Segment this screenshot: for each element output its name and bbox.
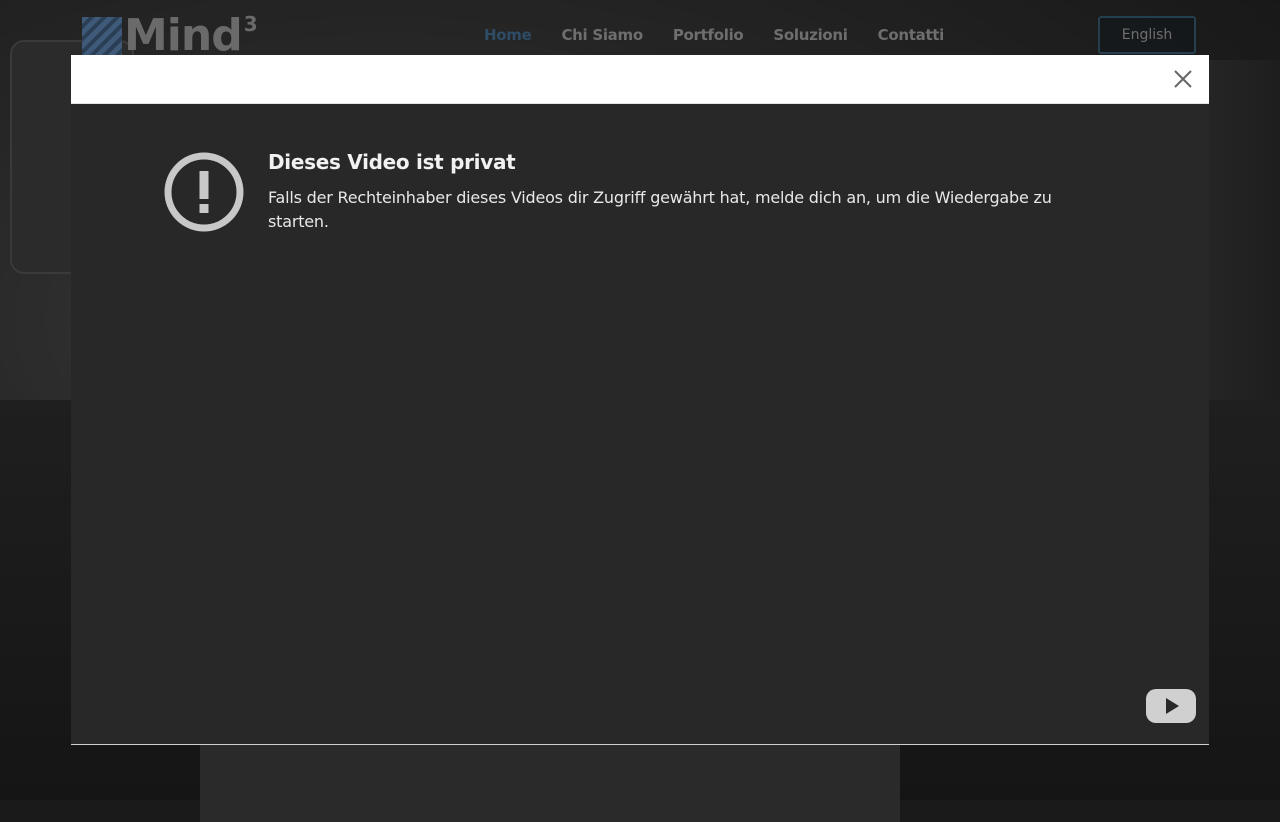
nav-item-soluzioni[interactable]: Soluzioni (773, 26, 848, 44)
language-button[interactable]: English (1098, 16, 1196, 54)
youtube-play-icon[interactable] (1145, 688, 1197, 724)
nav-item-chi-siamo[interactable]: Chi Siamo (561, 26, 643, 44)
nav-item-portfolio[interactable]: Portfolio (673, 26, 744, 44)
exclamation-circle-icon (163, 151, 245, 233)
video-player[interactable]: Dieses Video ist privat Falls der Rechte… (71, 104, 1209, 745)
nav-item-home[interactable]: Home (484, 26, 532, 44)
modal-header (71, 55, 1209, 104)
site-logo[interactable]: Mind 3 (82, 14, 258, 58)
logo-mark-icon (82, 17, 122, 57)
nav-item-contatti[interactable]: Contatti (878, 26, 945, 44)
logo-text: Mind (124, 10, 243, 61)
site-header: Mind 3 Home Chi Siamo Portfolio Soluzion… (0, 0, 1280, 58)
main-nav: Home Chi Siamo Portfolio Soluzioni Conta… (484, 26, 944, 44)
video-modal: Dieses Video ist privat Falls der Rechte… (71, 55, 1209, 745)
video-error-message: Falls der Rechteinhaber dieses Videos di… (268, 188, 1052, 231)
video-error-title: Dieses Video ist privat (268, 150, 516, 174)
close-icon[interactable] (1171, 67, 1195, 91)
logo-superscript: 3 (243, 12, 258, 36)
